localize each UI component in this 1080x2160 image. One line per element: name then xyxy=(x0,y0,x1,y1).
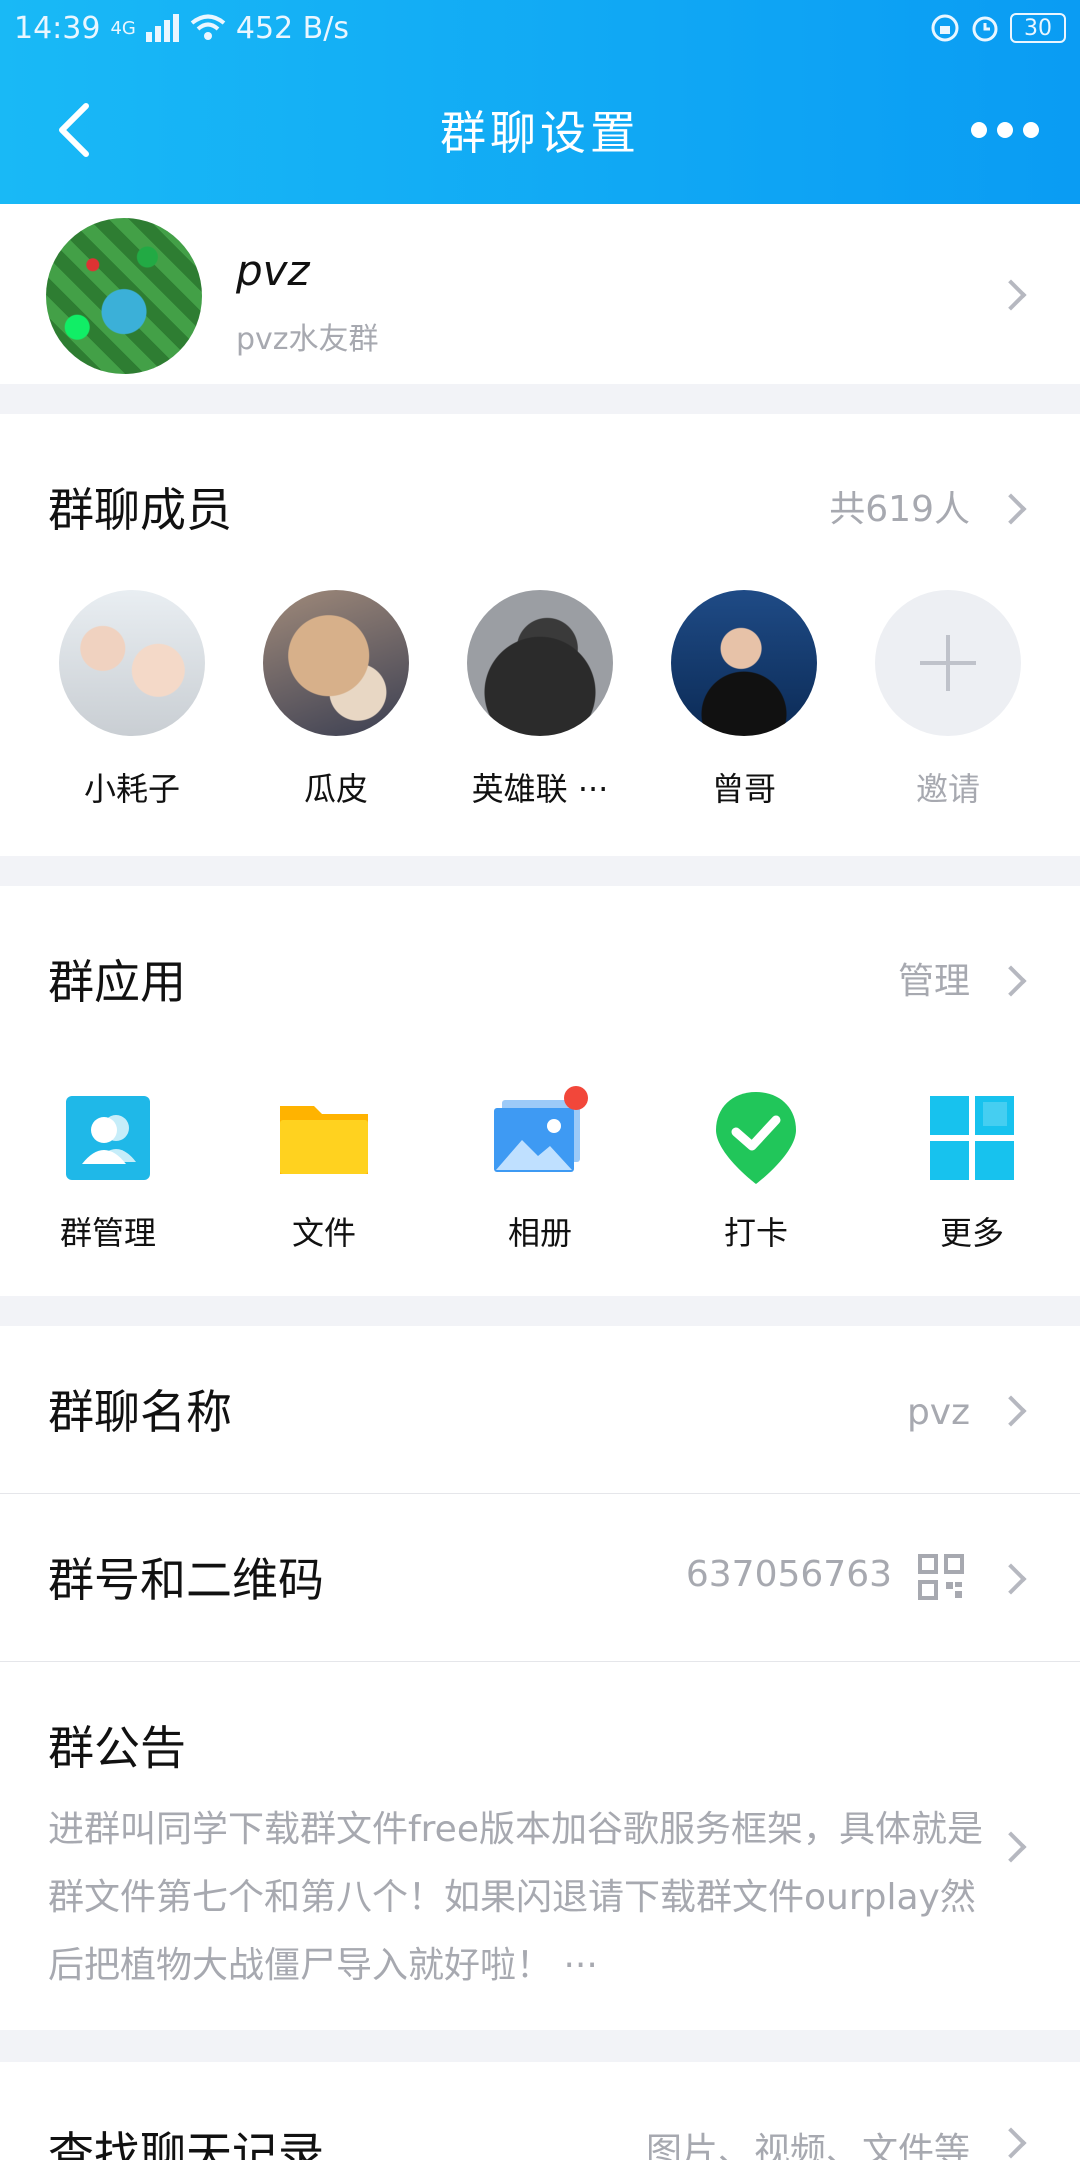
group-description: pvz水友群 xyxy=(236,322,379,357)
app-files[interactable]: 文件 xyxy=(244,1090,404,1254)
group-id-label: 群号和二维码 xyxy=(48,1553,324,1607)
back-arrow-icon xyxy=(59,103,89,157)
chevron-right-icon xyxy=(995,965,1027,997)
notice-text: 进群叫同学下载群文件free版本加谷歌服务框架，具体就是群文件第七个和第八个！如… xyxy=(48,1809,983,1986)
member-avatar xyxy=(467,590,613,736)
battery-level: 30 xyxy=(1024,15,1052,41)
battery-icon: 30 xyxy=(1010,13,1066,43)
invite-avatar xyxy=(875,590,1021,736)
member-item[interactable]: 曾哥 xyxy=(654,590,834,810)
back-button[interactable] xyxy=(46,102,102,158)
app-label: 文件 xyxy=(291,1214,356,1252)
chevron-right-icon xyxy=(995,493,1027,525)
grid-icon xyxy=(924,1090,1020,1186)
wifi-icon xyxy=(190,14,226,40)
apps-manage-link[interactable]: 管理 xyxy=(898,952,970,1004)
member-avatar xyxy=(59,590,205,736)
members-title: 群聊成员 xyxy=(48,483,232,537)
group-manage-icon xyxy=(60,1090,156,1186)
app-checkin[interactable]: 打卡 xyxy=(676,1090,836,1254)
group-apps-section: 群应用 管理 群管理 文件 相册 打卡 更多 xyxy=(0,886,1080,1296)
nav-bar: 群聊设置 xyxy=(0,80,1080,180)
group-id-value: 637056763 xyxy=(685,1554,892,1595)
status-time: 14:39 xyxy=(14,10,101,46)
album-icon xyxy=(492,1086,588,1186)
chevron-right-icon xyxy=(995,1831,1027,1863)
chevron-right-icon xyxy=(995,1395,1027,1427)
search-history-label: 查找聊天记录 xyxy=(48,2127,324,2160)
group-name-value: pvz xyxy=(906,1392,970,1433)
folder-icon xyxy=(276,1090,372,1186)
member-avatar xyxy=(671,590,817,736)
search-history-row[interactable]: 查找聊天记录 图片、视频、文件等 xyxy=(0,2062,1080,2160)
app-label: 群管理 xyxy=(59,1214,156,1252)
status-bar: 14:39 4G 452 B/s 30 xyxy=(0,0,1080,56)
app-label: 更多 xyxy=(939,1214,1004,1252)
app-label: 打卡 xyxy=(723,1214,788,1252)
notification-badge xyxy=(564,1086,588,1110)
member-name: 小耗子 xyxy=(83,770,180,808)
members-section: 群聊成员 共619人 小耗子 瓜皮 英雄联 ··· 曾哥 邀请 xyxy=(0,414,1080,856)
notice-label: 群公告 xyxy=(48,1721,186,1775)
group-name-row[interactable]: 群聊名称 pvz xyxy=(0,1326,1080,1494)
group-settings-page: 14:39 4G 452 B/s 30 群聊设置 pvz pvz水友群 群聊成员… xyxy=(0,0,1080,2160)
member-name: 曾哥 xyxy=(711,770,776,808)
chevron-right-icon xyxy=(995,279,1027,311)
signal-icon xyxy=(145,14,179,42)
invite-label: 邀请 xyxy=(915,770,980,808)
member-item[interactable]: 小耗子 xyxy=(42,590,222,810)
page-title: 群聊设置 xyxy=(440,106,640,160)
member-list: 小耗子 瓜皮 英雄联 ··· 曾哥 邀请 xyxy=(0,590,1080,820)
plus-icon xyxy=(920,635,976,691)
app-group-manage[interactable]: 群管理 xyxy=(28,1090,188,1254)
group-notice-row[interactable]: 群公告 进群叫同学下载群文件free版本加谷歌服务框架，具体就是群文件第七个和第… xyxy=(0,1662,1080,2030)
member-item[interactable]: 瓜皮 xyxy=(246,590,426,810)
lock-rotation-icon xyxy=(931,14,959,42)
group-profile-row[interactable]: pvz pvz水友群 xyxy=(0,204,1080,384)
header: 14:39 4G 452 B/s 30 群聊设置 xyxy=(0,0,1080,204)
more-dot-icon xyxy=(997,122,1013,138)
alarm-icon xyxy=(972,16,998,42)
more-dot-icon xyxy=(971,122,987,138)
member-avatar xyxy=(263,590,409,736)
apps-title: 群应用 xyxy=(48,955,186,1009)
members-count[interactable]: 共619人 xyxy=(829,480,970,532)
member-name: 瓜皮 xyxy=(303,770,368,808)
chevron-right-icon xyxy=(995,2127,1027,2159)
member-name: 英雄联 ··· xyxy=(471,770,609,808)
network-label: 4G xyxy=(110,17,136,39)
invite-button[interactable]: 邀请 xyxy=(858,590,1038,810)
group-name-label: 群聊名称 xyxy=(48,1385,232,1439)
more-dot-icon xyxy=(1023,122,1039,138)
group-avatar xyxy=(46,218,202,374)
group-name: pvz xyxy=(236,246,310,295)
chevron-right-icon xyxy=(995,1563,1027,1595)
checkin-icon xyxy=(708,1090,804,1186)
network-speed: 452 B/s xyxy=(235,10,349,46)
app-album[interactable]: 相册 xyxy=(460,1086,620,1254)
app-label: 相册 xyxy=(507,1214,572,1252)
member-item[interactable]: 英雄联 ··· xyxy=(450,590,630,810)
search-history-hint: 图片、视频、文件等 xyxy=(645,2131,970,2160)
group-id-row[interactable]: 群号和二维码 637056763 xyxy=(0,1494,1080,1662)
qr-code-icon xyxy=(918,1554,964,1600)
more-button[interactable] xyxy=(960,106,1050,154)
app-more[interactable]: 更多 xyxy=(892,1090,1052,1254)
